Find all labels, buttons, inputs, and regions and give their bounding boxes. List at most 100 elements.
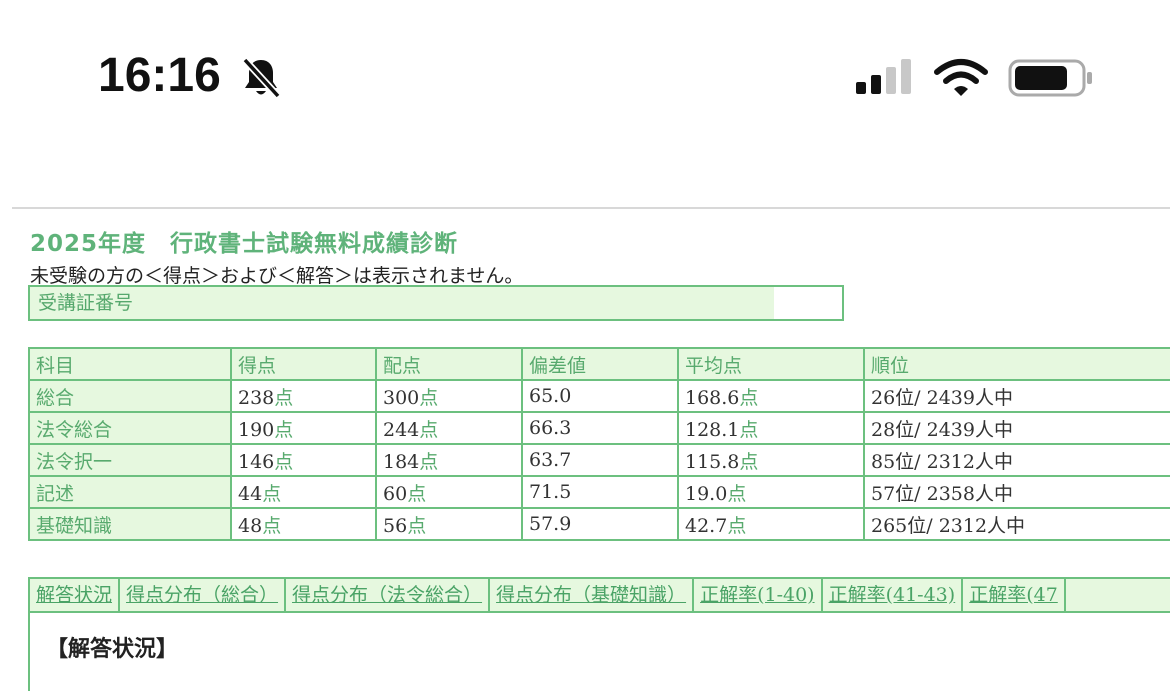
tab-link[interactable]: 得点分布（総合） <box>120 579 287 611</box>
cell-subject: 法令総合 <box>28 411 232 445</box>
header-deviation: 偏差値 <box>521 347 679 381</box>
table-header-row: 科目 得点 配点 偏差値 平均点 順位 <box>28 347 1170 381</box>
unit-label: 点 <box>727 514 747 537</box>
header-divider <box>12 207 1170 209</box>
unit-label: 点 <box>407 482 427 505</box>
tab-link[interactable]: 正解率(1-40) <box>694 579 823 611</box>
cell-average-value: 115.8 <box>685 450 740 473</box>
cell-rank: 57位/ 2358人中 <box>863 475 1170 509</box>
cell-deviation-value: 65.0 <box>529 385 572 407</box>
cell-score: 190点 <box>230 411 377 445</box>
report-content: 2025年度 行政書士試験無料成績診断 未受験の方の＜得点＞および＜解答＞は表示… <box>0 210 1170 691</box>
answer-status-panel: 【解答状況】 <box>28 611 1170 691</box>
unit-label: 点 <box>262 514 282 537</box>
cell-score: 48点 <box>230 507 377 541</box>
cell-rank-value: 57位/ 2358人中 <box>871 482 1013 505</box>
unit-label: 点 <box>274 418 294 441</box>
cell-max: 244点 <box>375 411 523 445</box>
cell-rank-value: 265位/ 2312人中 <box>871 514 1026 537</box>
panel-heading: 【解答状況】 <box>46 636 179 662</box>
cell-subject: 記述 <box>28 475 232 509</box>
unit-label: 点 <box>274 450 294 473</box>
table-row: 法令総合 190点 244点 66.3 128.1点 28位/ 2439人中 <box>28 411 1170 445</box>
tab-link[interactable]: 得点分布（基礎知識） <box>490 579 695 611</box>
battery-icon <box>1008 59 1092 97</box>
cell-subject-value: 基礎知識 <box>36 514 113 537</box>
unit-label: 点 <box>419 418 439 441</box>
table-row: 法令択一 146点 184点 63.7 115.8点 85位/ 2312人中 <box>28 443 1170 477</box>
table-row: 総合 238点 300点 65.0 168.6点 26位/ 2439人中 <box>28 379 1170 413</box>
cell-max-value: 60 <box>383 482 408 505</box>
cell-subject-value: 法令総合 <box>36 418 113 441</box>
cell-max-value: 300 <box>383 386 420 409</box>
cellular-signal-icon <box>856 59 911 94</box>
cell-subject: 基礎知識 <box>28 507 232 541</box>
unit-label: 点 <box>739 386 759 409</box>
cell-max-value: 244 <box>383 418 420 441</box>
tab-link[interactable]: 解答状況 <box>30 579 121 611</box>
cell-subject: 総合 <box>28 379 232 413</box>
cell-rank-value: 28位/ 2439人中 <box>871 418 1013 441</box>
cell-rank: 85位/ 2312人中 <box>863 443 1170 477</box>
status-bar: 16:16 <box>0 0 1170 160</box>
header-subject: 科目 <box>28 347 232 381</box>
header-max: 配点 <box>375 347 523 381</box>
cell-subject: 法令択一 <box>28 443 232 477</box>
unit-label: 点 <box>407 514 427 537</box>
cell-deviation: 65.0 <box>521 379 679 413</box>
cell-max: 60点 <box>375 475 523 509</box>
score-table: 科目 得点 配点 偏差値 平均点 順位 総合 238点 300点 65.0 168.6点… <box>28 347 1170 541</box>
cell-deviation: 71.5 <box>521 475 679 509</box>
page-title: 2025年度 行政書士試験無料成績診断 <box>30 231 459 257</box>
cell-average-value: 42.7 <box>685 514 728 537</box>
unit-label: 点 <box>739 418 759 441</box>
cell-max-value: 56 <box>383 514 408 537</box>
header-rank: 順位 <box>863 347 1170 381</box>
cell-average: 168.6点 <box>677 379 865 413</box>
cell-score: 44点 <box>230 475 377 509</box>
unit-label: 点 <box>727 482 747 505</box>
notice-text: 未受験の方の＜得点＞および＜解答＞は表示されません。 <box>30 265 524 287</box>
unit-label: 点 <box>419 450 439 473</box>
unit-label: 点 <box>419 386 439 409</box>
cell-max: 184点 <box>375 443 523 477</box>
cell-average-value: 128.1 <box>685 418 740 441</box>
id-value <box>774 285 844 321</box>
tab-link[interactable]: 得点分布（法令総合） <box>286 579 491 611</box>
cell-subject-value: 法令択一 <box>36 450 113 473</box>
cell-rank-value: 26位/ 2439人中 <box>871 386 1013 409</box>
cell-average: 19.0点 <box>677 475 865 509</box>
id-label: 受講証番号 <box>28 285 784 321</box>
cell-deviation-value: 57.9 <box>529 513 572 535</box>
table-row: 記述 44点 60点 71.5 19.0点 57位/ 2358人中 <box>28 475 1170 509</box>
wifi-icon <box>934 59 988 96</box>
cell-score-value: 48 <box>238 514 263 537</box>
cell-rank: 265位/ 2312人中 <box>863 507 1170 541</box>
unit-label: 点 <box>262 482 282 505</box>
cell-score-value: 146 <box>238 450 275 473</box>
unit-label: 点 <box>739 450 759 473</box>
cell-deviation: 63.7 <box>521 443 679 477</box>
cell-average: 42.7点 <box>677 507 865 541</box>
header-average: 平均点 <box>677 347 865 381</box>
cell-subject-value: 記述 <box>36 482 75 505</box>
tab-link[interactable]: 正解率(41-43) <box>823 579 964 611</box>
table-row: 基礎知識 48点 56点 57.9 42.7点 265位/ 2312人中 <box>28 507 1170 541</box>
cell-score: 146点 <box>230 443 377 477</box>
cell-max: 56点 <box>375 507 523 541</box>
cell-score-value: 190 <box>238 418 275 441</box>
tab-link[interactable]: 正解率(47 <box>963 579 1066 611</box>
cell-deviation-value: 71.5 <box>529 481 572 503</box>
unit-label: 点 <box>274 386 294 409</box>
bell-slash-icon <box>242 57 281 99</box>
cell-max-value: 184 <box>383 450 420 473</box>
cell-average-value: 19.0 <box>685 482 728 505</box>
cell-rank: 28位/ 2439人中 <box>863 411 1170 445</box>
cell-average-value: 168.6 <box>685 386 740 409</box>
tab-bar: 解答状況 得点分布（総合） 得点分布（法令総合） 得点分布（基礎知識） 正解率(1-40… <box>28 577 1170 613</box>
cell-average: 115.8点 <box>677 443 865 477</box>
cell-rank-value: 85位/ 2312人中 <box>871 450 1013 473</box>
status-time: 16:16 <box>98 49 221 102</box>
header-score: 得点 <box>230 347 377 381</box>
cell-average: 128.1点 <box>677 411 865 445</box>
